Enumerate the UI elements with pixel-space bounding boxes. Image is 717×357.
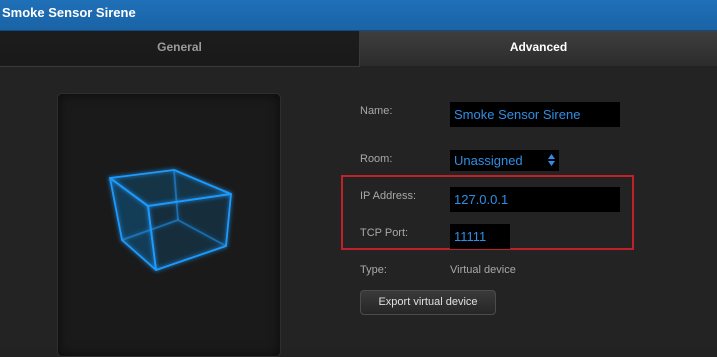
tab-advanced[interactable]: Advanced [360, 31, 717, 66]
name-label: Name: [360, 105, 393, 117]
ip-address-field[interactable]: 127.0.0.1 [450, 187, 620, 212]
type-value: Virtual device [450, 264, 516, 276]
type-label: Type: [360, 264, 387, 276]
title-bar: Smoke Sensor Sirene [0, 0, 717, 31]
tcp-port-label: TCP Port: [360, 227, 409, 239]
window-title: Smoke Sensor Sirene [2, 5, 136, 20]
room-select[interactable]: Unassigned [450, 150, 559, 171]
tab-general[interactable]: General [0, 31, 360, 67]
ip-address-label: IP Address: [360, 190, 417, 202]
tcp-port-field[interactable]: 11111 [450, 224, 510, 249]
device-preview [57, 93, 281, 357]
name-field[interactable]: Smoke Sensor Sirene [450, 102, 620, 127]
export-virtual-device-button[interactable]: Export virtual device [360, 290, 496, 315]
updown-arrows-icon [548, 154, 555, 166]
room-label: Room: [360, 153, 393, 165]
room-select-value: Unassigned [454, 153, 523, 168]
cube-icon [109, 169, 232, 271]
tab-bar: General Advanced [0, 31, 717, 67]
